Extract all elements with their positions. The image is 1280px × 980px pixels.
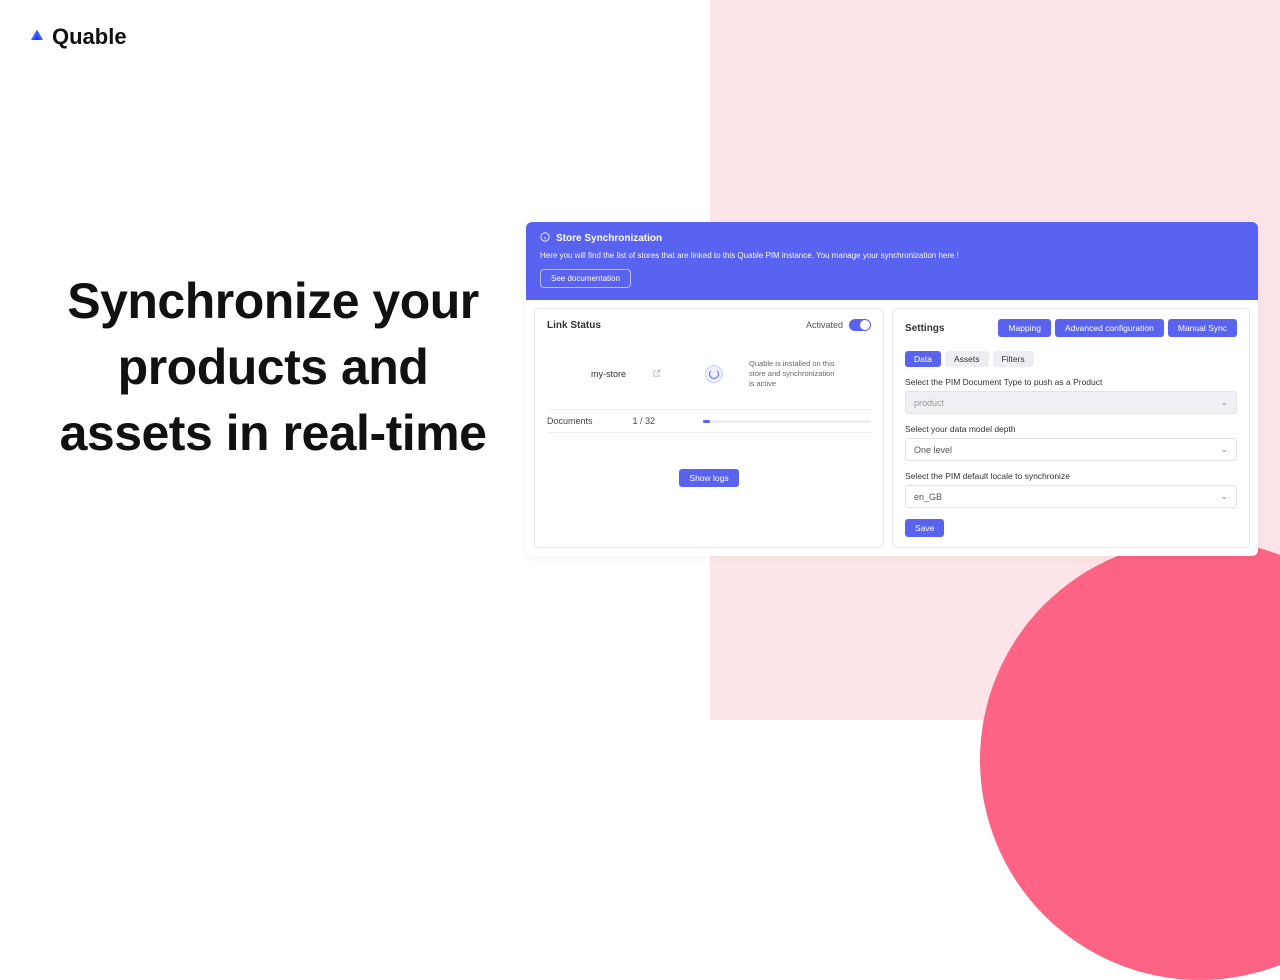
locale-value: en_GB <box>914 492 942 502</box>
doc-type-select[interactable]: product ⌄ <box>905 391 1237 414</box>
external-link-icon[interactable] <box>652 365 661 383</box>
store-status-text: Quable is installed on this store and sy… <box>749 359 839 389</box>
mapping-button[interactable]: Mapping <box>998 319 1051 337</box>
app-screenshot: Store Synchronization Here you will find… <box>526 222 1258 556</box>
sync-status-icon <box>705 365 723 383</box>
store-row: my-store Quable is installed on this sto… <box>547 351 871 409</box>
depth-value: One level <box>914 445 952 455</box>
link-status-title: Link Status <box>547 320 601 331</box>
banner-description: Here you will find the list of stores th… <box>540 251 1244 260</box>
tab-assets[interactable]: Assets <box>945 351 989 367</box>
depth-select[interactable]: One level ⌄ <box>905 438 1237 461</box>
chevron-down-icon: ⌄ <box>1220 397 1228 408</box>
sync-banner: Store Synchronization Here you will find… <box>526 222 1258 300</box>
doc-type-label: Select the PIM Document Type to push as … <box>905 377 1237 387</box>
store-name: my-store <box>591 369 626 379</box>
banner-title: Store Synchronization <box>556 233 662 244</box>
marketing-headline: Synchronize your products and assets in … <box>48 268 498 466</box>
documents-label: Documents <box>547 416 593 426</box>
documents-progress <box>703 420 871 423</box>
settings-panel: Settings Mapping Advanced configuration … <box>892 308 1250 548</box>
quable-logo-icon <box>28 28 46 46</box>
documents-count: 1 / 32 <box>633 416 656 426</box>
depth-label: Select your data model depth <box>905 424 1237 434</box>
see-documentation-button[interactable]: See documentation <box>540 269 631 288</box>
chevron-down-icon: ⌄ <box>1220 491 1228 502</box>
tab-data[interactable]: Data <box>905 351 941 367</box>
settings-tabs: Data Assets Filters <box>905 351 1237 367</box>
link-status-panel: Link Status Activated my-store Quable is… <box>534 308 884 548</box>
manual-sync-button[interactable]: Manual Sync <box>1168 319 1237 337</box>
tab-filters[interactable]: Filters <box>993 351 1034 367</box>
save-button[interactable]: Save <box>905 519 944 537</box>
locale-label: Select the PIM default locale to synchro… <box>905 471 1237 481</box>
settings-title: Settings <box>905 323 944 334</box>
show-logs-button[interactable]: Show logs <box>679 469 738 487</box>
doc-type-value: product <box>914 398 944 408</box>
documents-row: Documents 1 / 32 <box>547 409 871 433</box>
activated-label: Activated <box>806 320 843 330</box>
chevron-down-icon: ⌄ <box>1220 444 1228 455</box>
brand-name: Quable <box>52 24 127 50</box>
brand-logo: Quable <box>28 24 127 50</box>
info-icon <box>540 232 550 245</box>
locale-select[interactable]: en_GB ⌄ <box>905 485 1237 508</box>
activated-toggle[interactable] <box>849 319 871 331</box>
advanced-config-button[interactable]: Advanced configuration <box>1055 319 1164 337</box>
